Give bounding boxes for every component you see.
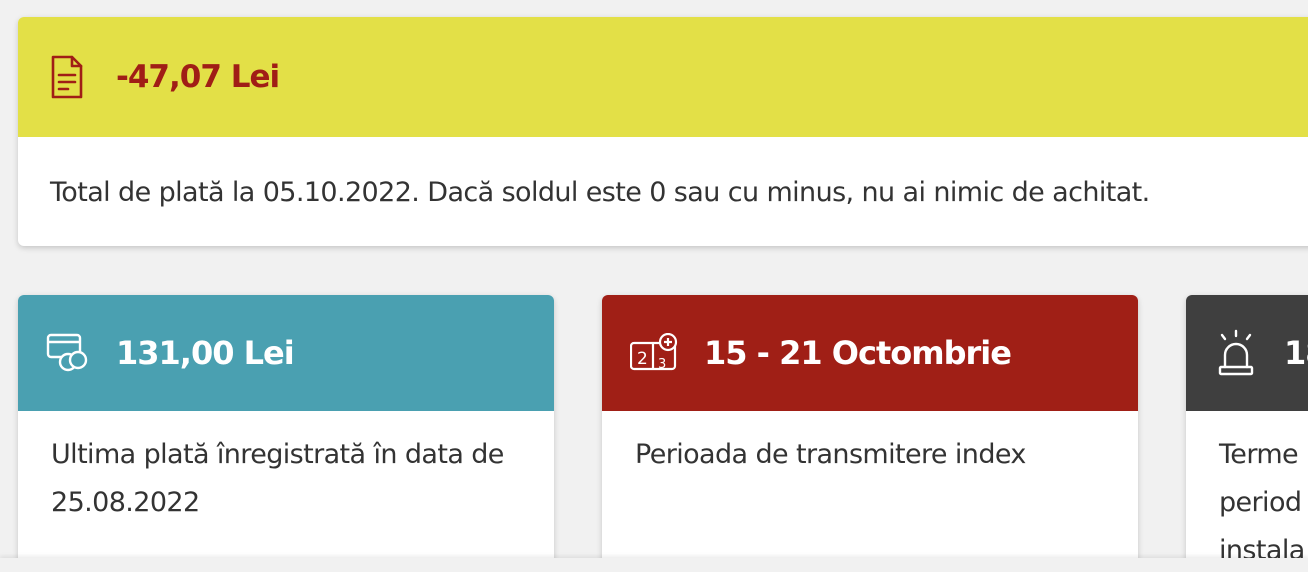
balance-amount: -47,07 Lei	[116, 59, 280, 95]
last-payment-amount: 131,00 Lei	[116, 334, 295, 372]
bottom-edge	[0, 558, 1308, 572]
deadline-line-2: period	[1219, 487, 1302, 518]
balance-description: Total de plată la 05.10.2022. Dacă soldu…	[50, 177, 1150, 208]
last-payment-header: 131,00 Lei	[18, 295, 554, 411]
deadline-line-1: Terme	[1219, 439, 1299, 470]
balance-card[interactable]: -47,07 Lei Total de plată la 05.10.2022.…	[18, 17, 1308, 246]
deadline-card[interactable]: 18 Terme period instala	[1186, 295, 1308, 572]
index-period-dates: 15 - 21 Octombrie	[704, 334, 1012, 372]
invoice-document-icon	[50, 54, 84, 100]
alarm-siren-icon	[1214, 329, 1258, 377]
deadline-description: Terme period instala	[1186, 411, 1308, 572]
deadline-value: 18	[1284, 334, 1308, 372]
balance-card-header: -47,07 Lei	[18, 17, 1308, 137]
svg-text:3: 3	[658, 357, 666, 372]
calendar-add-icon: 2 3	[630, 333, 678, 373]
svg-text:2: 2	[637, 349, 648, 369]
index-period-header: 2 3 15 - 21 Octombrie	[602, 295, 1138, 411]
dashboard-page: -47,07 Lei Total de plată la 05.10.2022.…	[0, 0, 1308, 572]
index-period-card[interactable]: 2 3 15 - 21 Octombrie Perioada de transm…	[602, 295, 1138, 572]
card-coins-icon	[46, 331, 90, 375]
last-payment-description: Ultima plată înregistrată în data de 25.…	[51, 439, 504, 518]
last-payment-card[interactable]: 131,00 Lei Ultima plată înregistrată în …	[18, 295, 554, 572]
index-period-description: Perioada de transmitere index	[635, 439, 1026, 470]
deadline-header: 18	[1186, 295, 1308, 411]
